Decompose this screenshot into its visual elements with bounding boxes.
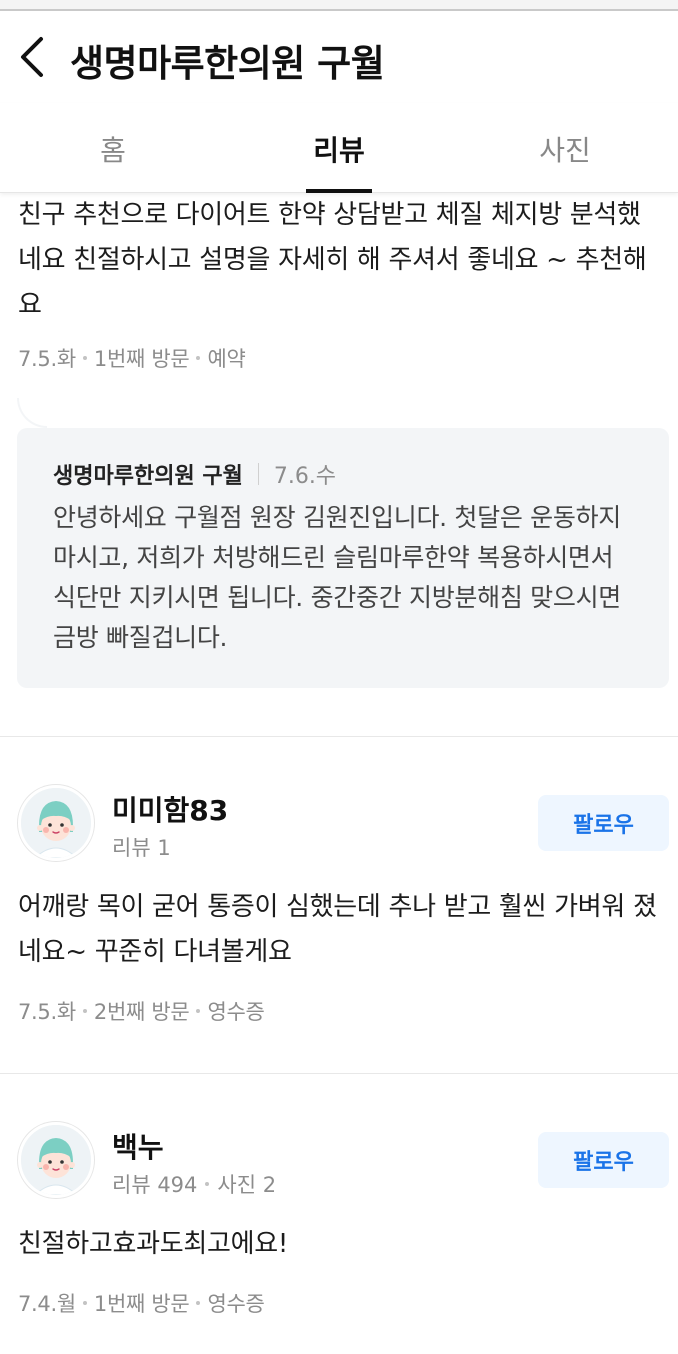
app-header: 생명마루한의원 구월 [0, 13, 678, 103]
meta-separator [196, 1009, 201, 1013]
visit-count: 1번째 방문 [93, 347, 190, 371]
tab-home-label: 홈 [100, 134, 126, 167]
verification-type: 예약 [207, 347, 246, 371]
review-date: 7.5.화 [18, 1000, 76, 1024]
active-tab-indicator [306, 189, 372, 193]
reply-author: 생명마루한의원 구월 [53, 464, 243, 489]
verification-type: 영수증 [207, 1000, 265, 1024]
review-meta: 7.4.월 1번째 방문 영수증 [0, 1289, 678, 1317]
review-count: 리뷰 494 [112, 1173, 198, 1197]
reviewer-stats: 리뷰 1 [112, 832, 171, 862]
tab-photos-label: 사진 [539, 134, 591, 167]
tab-photos[interactable]: 사진 [452, 103, 678, 192]
tab-bar: 홈 리뷰 사진 [0, 103, 678, 193]
user-avatar-illustration [21, 788, 91, 858]
follow-button[interactable]: 팔로우 [538, 1132, 669, 1188]
review-date: 7.4.월 [18, 1292, 76, 1316]
page-title: 생명마루한의원 구월 [70, 42, 385, 85]
meta-separator [82, 1301, 87, 1305]
meta-separator [205, 1182, 210, 1186]
status-strip [0, 0, 678, 11]
owner-reply: 생명마루한의원 구월 7.6.수 안녕하세요 구월점 원장 김원진입니다. 첫달… [17, 398, 669, 688]
user-avatar-illustration [21, 1125, 91, 1195]
meta-separator [196, 1301, 201, 1305]
review-item: 친구 추천으로 다이어트 한약 상담받고 체질 체지방 분석했네요 친절하시고 … [0, 193, 678, 688]
tab-home[interactable]: 홈 [0, 103, 226, 192]
photo-count: 사진 2 [217, 1173, 277, 1197]
visit-count: 1번째 방문 [93, 1292, 190, 1316]
review-meta: 7.5.화 1번째 방문 예약 [0, 344, 678, 372]
avatar[interactable] [18, 785, 94, 861]
reviewer-nickname[interactable]: 백누 [112, 1126, 164, 1166]
review-text[interactable]: 어깨랑 목이 굳어 통증이 심했는데 추나 받고 훨씬 가벼워 졌네요~ 꾸준히… [0, 885, 678, 975]
review-date: 7.5.화 [18, 347, 76, 371]
reviewer-profile: 백누 리뷰 494 사진 2 팔로우 [0, 1122, 678, 1212]
review-item: 백누 리뷰 494 사진 2 팔로우 친절하고효과도최고에요! 7.4.월 1번… [0, 1122, 678, 1317]
chevron-left-icon [21, 37, 43, 77]
review-count: 리뷰 1 [112, 836, 171, 860]
visit-count: 2번째 방문 [93, 1000, 190, 1024]
meta-separator [82, 1009, 87, 1013]
reply-text: 안녕하세요 구월점 원장 김원진입니다. 첫달은 운동하지마시고, 저희가 처방… [53, 503, 621, 652]
reply-separator [257, 463, 259, 485]
reply-date: 7.6.수 [273, 464, 337, 489]
review-item: 미미함83 리뷰 1 팔로우 어깨랑 목이 굳어 통증이 심했는데 추나 받고 … [0, 785, 678, 1025]
meta-separator [196, 356, 201, 360]
reviewer-stats: 리뷰 494 사진 2 [112, 1169, 276, 1199]
verification-type: 영수증 [207, 1292, 265, 1316]
review-text[interactable]: 친절하고효과도최고에요! [0, 1222, 678, 1267]
review-list[interactable]: 친구 추천으로 다이어트 한약 상담받고 체질 체지방 분석했네요 친절하시고 … [0, 193, 678, 1354]
review-meta: 7.5.화 2번째 방문 영수증 [0, 997, 678, 1025]
tab-reviews-label: 리뷰 [313, 134, 365, 167]
reply-header: 생명마루한의원 구월 7.6.수 [53, 458, 643, 490]
review-text[interactable]: 친구 추천으로 다이어트 한약 상담받고 체질 체지방 분석했네요 친절하시고 … [0, 193, 678, 328]
reviewer-profile: 미미함83 리뷰 1 팔로우 [0, 785, 678, 875]
avatar[interactable] [18, 1122, 94, 1198]
reviewer-nickname[interactable]: 미미함83 [112, 789, 228, 829]
back-button[interactable] [8, 27, 56, 87]
tab-reviews[interactable]: 리뷰 [226, 103, 452, 193]
follow-button[interactable]: 팔로우 [538, 795, 669, 851]
meta-separator [82, 356, 87, 360]
